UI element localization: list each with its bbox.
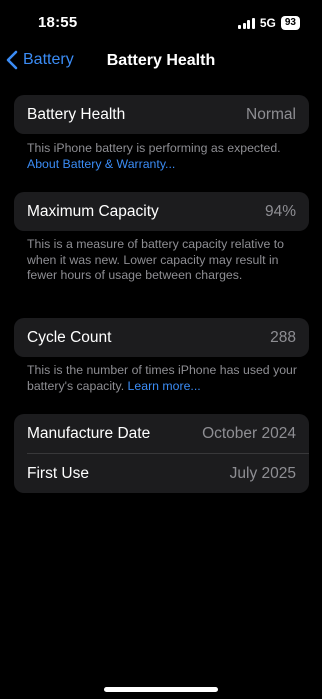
maximum-capacity-row: Maximum Capacity 94%: [14, 192, 309, 231]
manufacture-date-row: Manufacture Date October 2024: [14, 414, 309, 453]
maximum-capacity-card: Maximum Capacity 94%: [14, 192, 309, 231]
battery-health-footnote-text: This iPhone battery is performing as exp…: [27, 141, 281, 155]
battery-health-card: Battery Health Normal: [14, 95, 309, 134]
cycle-count-row: Cycle Count 288: [14, 318, 309, 357]
manufacture-date-label: Manufacture Date: [27, 424, 151, 442]
battery-health-label: Battery Health: [27, 105, 126, 123]
maximum-capacity-value: 94%: [264, 202, 296, 220]
status-time: 18:55: [38, 14, 78, 31]
first-use-label: First Use: [27, 464, 89, 482]
battery-health-footnote: This iPhone battery is performing as exp…: [27, 141, 297, 172]
cycle-count-footnote: This is the number of times iPhone has u…: [27, 363, 297, 394]
first-use-value: July 2025: [229, 464, 296, 482]
home-indicator[interactable]: [104, 687, 218, 692]
navigation-bar: Battery Battery Health: [0, 46, 322, 80]
first-use-row: First Use July 2025: [14, 454, 309, 493]
dates-card: Manufacture Date October 2024 First Use …: [14, 414, 309, 493]
battery-health-row[interactable]: Battery Health Normal: [14, 95, 309, 134]
cycle-count-card: Cycle Count 288: [14, 318, 309, 357]
page-title: Battery Health: [106, 52, 216, 69]
cycle-count-value: 288: [270, 328, 296, 346]
about-battery-warranty-link[interactable]: About Battery & Warranty...: [27, 157, 175, 171]
maximum-capacity-footnote-text: This is a measure of battery capacity re…: [27, 237, 284, 282]
cycle-count-label: Cycle Count: [27, 328, 112, 346]
battery-level-icon: 93: [280, 16, 300, 30]
network-type-label: 5G: [259, 16, 276, 30]
learn-more-link[interactable]: Learn more...: [128, 379, 201, 393]
manufacture-date-value: October 2024: [202, 424, 296, 442]
status-indicators: 5G 93: [238, 16, 300, 30]
battery-health-value: Normal: [246, 105, 296, 123]
maximum-capacity-label: Maximum Capacity: [27, 202, 159, 220]
maximum-capacity-footnote: This is a measure of battery capacity re…: [27, 237, 297, 284]
status-bar: 18:55 5G 93: [0, 0, 322, 46]
cellular-signal-icon: [238, 17, 255, 29]
